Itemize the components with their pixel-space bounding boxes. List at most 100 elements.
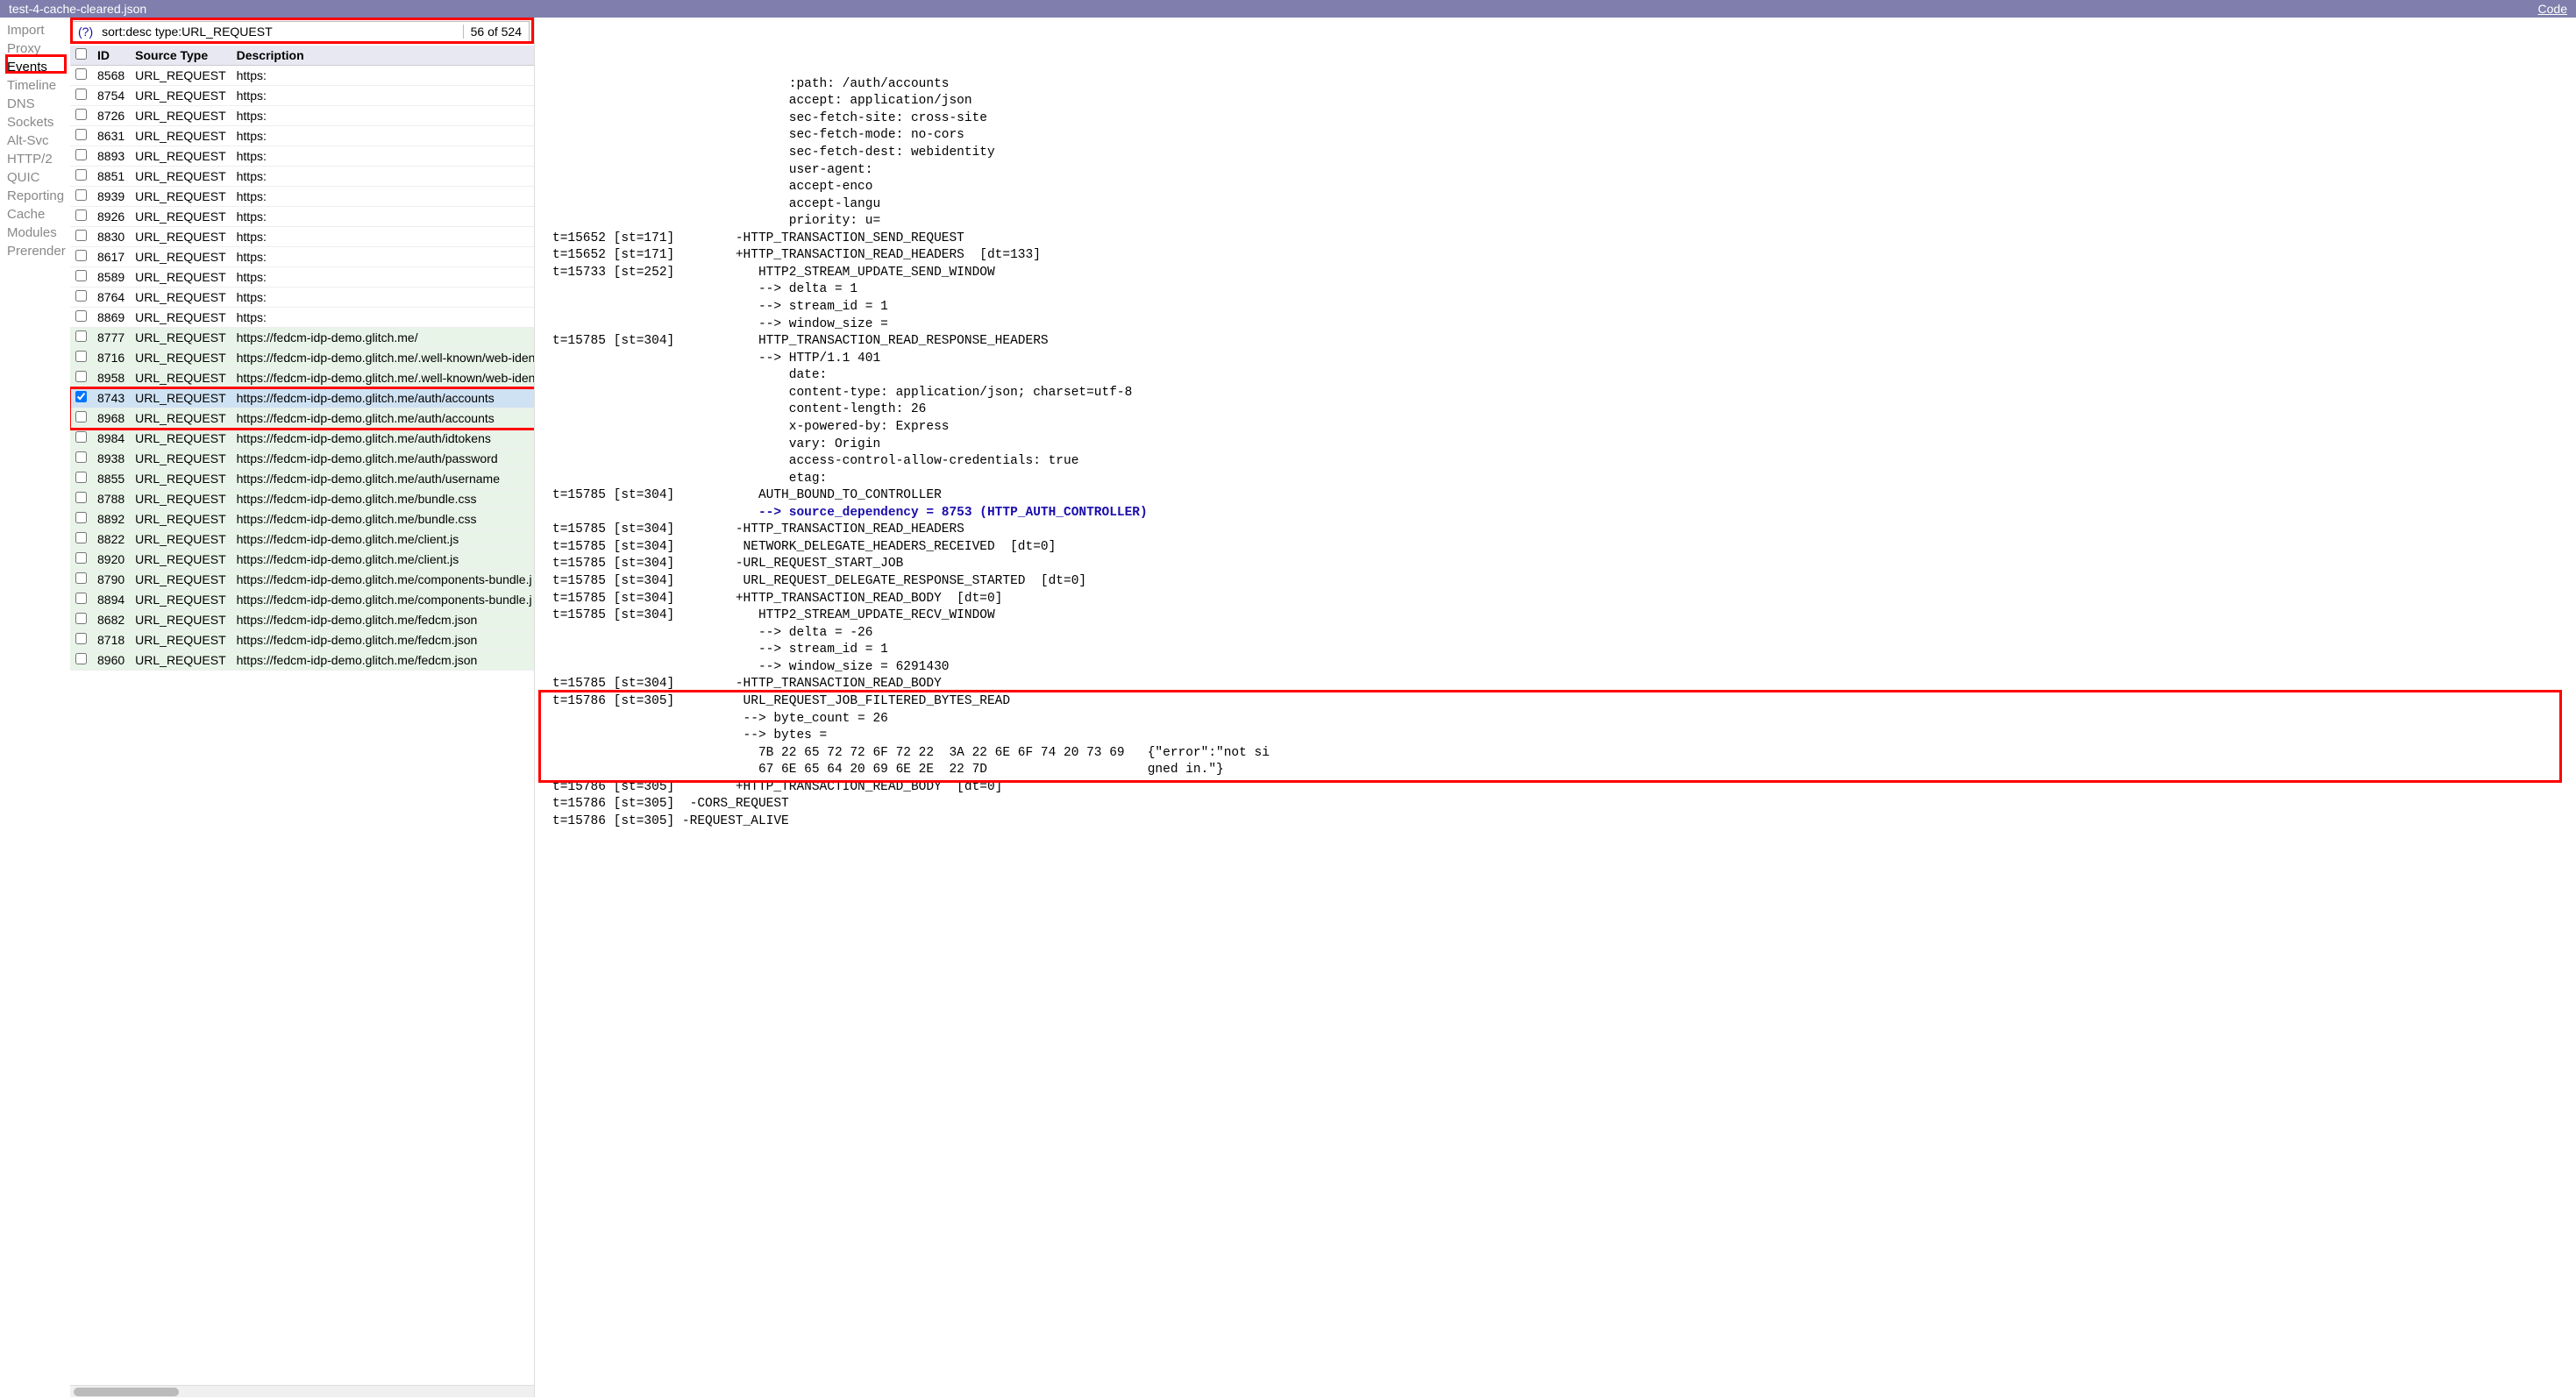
row-checkbox[interactable] <box>75 572 87 584</box>
row-checkbox[interactable] <box>75 270 87 281</box>
row-checkbox[interactable] <box>75 411 87 423</box>
table-row[interactable]: 8893URL_REQUESThttps: <box>70 146 534 167</box>
nav-proxy[interactable]: Proxy <box>7 39 70 58</box>
row-checkbox[interactable] <box>75 149 87 160</box>
table-row[interactable]: 8968URL_REQUESThttps://fedcm-idp-demo.gl… <box>70 408 534 429</box>
table-row[interactable]: 8682URL_REQUESThttps://fedcm-idp-demo.gl… <box>70 610 534 630</box>
row-checkbox[interactable] <box>75 330 87 342</box>
row-checkbox[interactable] <box>75 250 87 261</box>
events-panel: (?) 56 of 524 ID Source Type Description… <box>70 18 535 1397</box>
table-row[interactable]: 8777URL_REQUESThttps://fedcm-idp-demo.gl… <box>70 328 534 348</box>
col-id[interactable]: ID <box>92 46 130 66</box>
row-checkbox[interactable] <box>75 532 87 543</box>
table-row[interactable]: 8790URL_REQUESThttps://fedcm-idp-demo.gl… <box>70 570 534 590</box>
table-row[interactable]: 8830URL_REQUESThttps: <box>70 227 534 247</box>
table-row[interactable]: 8958URL_REQUESThttps://fedcm-idp-demo.gl… <box>70 368 534 388</box>
table-row[interactable]: 8855URL_REQUESThttps://fedcm-idp-demo.gl… <box>70 469 534 489</box>
col-checkbox[interactable] <box>70 46 92 66</box>
row-checkbox[interactable] <box>75 613 87 624</box>
cell-id: 8726 <box>92 106 130 126</box>
table-row[interactable]: 8939URL_REQUESThttps: <box>70 187 534 207</box>
row-checkbox[interactable] <box>75 109 87 120</box>
col-source-type[interactable]: Source Type <box>130 46 231 66</box>
table-row[interactable]: 8869URL_REQUESThttps: <box>70 308 534 328</box>
row-checkbox[interactable] <box>75 431 87 443</box>
row-checkbox[interactable] <box>75 472 87 483</box>
table-row[interactable]: 8631URL_REQUESThttps: <box>70 126 534 146</box>
table-row[interactable]: 8589URL_REQUESThttps: <box>70 267 534 288</box>
nav-modules[interactable]: Modules <box>7 224 70 242</box>
nav-cache[interactable]: Cache <box>7 205 70 224</box>
detail-panel[interactable]: :path: /auth/accounts accept: applicatio… <box>535 18 2576 1397</box>
cell-description: https: <box>231 288 534 308</box>
cell-source-type: URL_REQUEST <box>130 388 231 408</box>
select-all-checkbox[interactable] <box>75 48 87 60</box>
table-row[interactable]: 8892URL_REQUESThttps://fedcm-idp-demo.gl… <box>70 509 534 529</box>
table-row[interactable]: 8894URL_REQUESThttps://fedcm-idp-demo.gl… <box>70 590 534 610</box>
table-row[interactable]: 8754URL_REQUESThttps: <box>70 86 534 106</box>
cell-description: https: <box>231 207 534 227</box>
nav-events[interactable]: Events <box>7 58 70 76</box>
table-row[interactable]: 8617URL_REQUESThttps: <box>70 247 534 267</box>
row-checkbox[interactable] <box>75 89 87 100</box>
nav-timeline[interactable]: Timeline <box>7 76 70 95</box>
cell-id: 8920 <box>92 550 130 570</box>
row-checkbox[interactable] <box>75 512 87 523</box>
row-checkbox[interactable] <box>75 230 87 241</box>
nav-http2[interactable]: HTTP/2 <box>7 150 70 168</box>
table-row[interactable]: 8743URL_REQUESThttps://fedcm-idp-demo.gl… <box>70 388 534 408</box>
col-description[interactable]: Description <box>231 46 534 66</box>
nav-import[interactable]: Import <box>7 21 70 39</box>
row-checkbox[interactable] <box>75 189 87 201</box>
detail-line: --> window_size = <box>552 316 2567 334</box>
table-row[interactable]: 8938URL_REQUESThttps://fedcm-idp-demo.gl… <box>70 449 534 469</box>
row-checkbox[interactable] <box>75 391 87 402</box>
nav-quic[interactable]: QUIC <box>7 168 70 187</box>
filter-input[interactable] <box>98 22 462 41</box>
row-checkbox[interactable] <box>75 310 87 322</box>
sidebar: ImportProxyEventsTimelineDNSSocketsAlt-S… <box>0 18 70 1397</box>
row-checkbox[interactable] <box>75 552 87 564</box>
row-checkbox[interactable] <box>75 169 87 181</box>
events-table-wrap[interactable]: ID Source Type Description 8568URL_REQUE… <box>70 46 534 1385</box>
row-checkbox[interactable] <box>75 593 87 604</box>
cell-source-type: URL_REQUEST <box>130 227 231 247</box>
detail-line: t=15785 [st=304] NETWORK_DELEGATE_HEADER… <box>552 539 2567 557</box>
table-row[interactable]: 8822URL_REQUESThttps://fedcm-idp-demo.gl… <box>70 529 534 550</box>
row-checkbox[interactable] <box>75 68 87 80</box>
table-row[interactable]: 8920URL_REQUESThttps://fedcm-idp-demo.gl… <box>70 550 534 570</box>
nav-dns[interactable]: DNS <box>7 95 70 113</box>
row-checkbox[interactable] <box>75 451 87 463</box>
table-row[interactable]: 8788URL_REQUESThttps://fedcm-idp-demo.gl… <box>70 489 534 509</box>
table-row[interactable]: 8960URL_REQUESThttps://fedcm-idp-demo.gl… <box>70 650 534 671</box>
cell-description: https://fedcm-idp-demo.glitch.me/compone… <box>231 590 534 610</box>
row-checkbox[interactable] <box>75 371 87 382</box>
filter-help-link[interactable]: (?) <box>73 25 98 39</box>
cell-id: 8855 <box>92 469 130 489</box>
row-checkbox[interactable] <box>75 492 87 503</box>
table-row[interactable]: 8716URL_REQUESThttps://fedcm-idp-demo.gl… <box>70 348 534 368</box>
row-checkbox[interactable] <box>75 351 87 362</box>
cell-id: 8718 <box>92 630 130 650</box>
cell-source-type: URL_REQUEST <box>130 348 231 368</box>
table-row[interactable]: 8984URL_REQUESThttps://fedcm-idp-demo.gl… <box>70 429 534 449</box>
nav-altsvc[interactable]: Alt-Svc <box>7 131 70 150</box>
table-row[interactable]: 8764URL_REQUESThttps: <box>70 288 534 308</box>
nav-sockets[interactable]: Sockets <box>7 113 70 131</box>
row-checkbox[interactable] <box>75 290 87 302</box>
code-link[interactable]: Code <box>2538 2 2567 16</box>
row-checkbox[interactable] <box>75 653 87 664</box>
nav-prerender[interactable]: Prerender <box>7 242 70 260</box>
row-checkbox[interactable] <box>75 129 87 140</box>
detail-line: sec-fetch-mode: no-cors <box>552 127 2567 145</box>
row-checkbox[interactable] <box>75 209 87 221</box>
table-row[interactable]: 8926URL_REQUESThttps: <box>70 207 534 227</box>
nav-reporting[interactable]: Reporting <box>7 187 70 205</box>
table-row[interactable]: 8726URL_REQUESThttps: <box>70 106 534 126</box>
topbar: test-4-cache-cleared.json Code <box>0 0 2576 18</box>
table-row[interactable]: 8718URL_REQUESThttps://fedcm-idp-demo.gl… <box>70 630 534 650</box>
h-scrollbar[interactable] <box>70 1385 534 1397</box>
table-row[interactable]: 8851URL_REQUESThttps: <box>70 167 534 187</box>
table-row[interactable]: 8568URL_REQUESThttps: <box>70 66 534 86</box>
row-checkbox[interactable] <box>75 633 87 644</box>
